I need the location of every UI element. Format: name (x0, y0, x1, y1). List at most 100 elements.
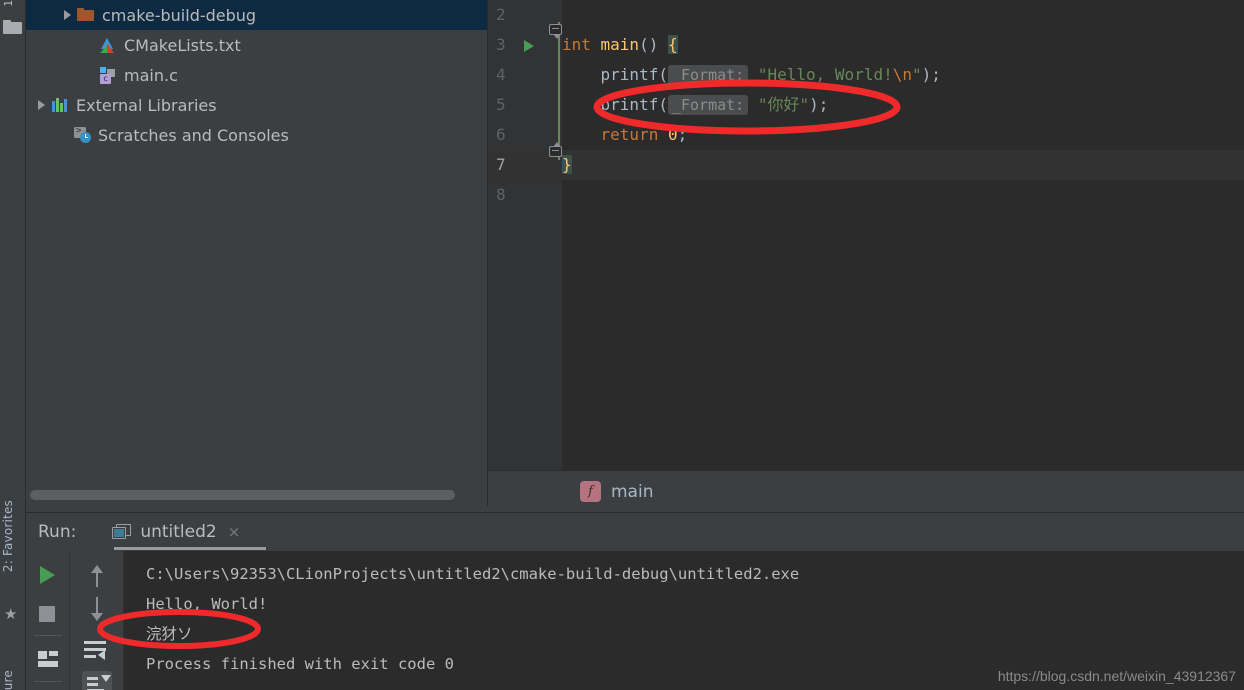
code-token: ; (677, 125, 688, 144)
tree-item-label: cmake-build-debug (102, 5, 257, 25)
project-tree-panel: cmake-build-debug CMakeLists.txt c main.c Ex… (26, 0, 488, 506)
code-token: return (600, 125, 668, 144)
code-line-8[interactable] (562, 180, 1244, 210)
cmake-file-icon (98, 36, 118, 54)
run-tab-label: untitled2 (140, 522, 217, 542)
sidebar-tab-favorites[interactable]: 2: Favorites (1, 500, 15, 572)
parameter-hint: _Format: (667, 95, 749, 115)
line-number: 6 (496, 125, 506, 144)
line-number: 2 (496, 5, 506, 24)
code-line-6[interactable]: return 0; (562, 120, 1244, 150)
code-token: main (600, 35, 640, 54)
rerun-play-icon[interactable] (34, 561, 62, 589)
parameter-hint: _Format: (667, 65, 749, 85)
line-number: 4 (496, 65, 506, 84)
run-window-header: Run: untitled2 × (26, 513, 1244, 551)
active-tab-underline (114, 547, 266, 550)
run-toolbar-primary (26, 551, 70, 690)
line-number: 5 (496, 95, 506, 114)
scroll-up-icon[interactable] (86, 563, 108, 589)
tree-item-label: Scratches and Consoles (98, 125, 289, 145)
tree-item-external-libraries[interactable]: External Libraries (26, 90, 487, 120)
editor-code-area[interactable]: int main() { printf(_Format: "Hello, Wor… (562, 0, 1244, 470)
tree-item-cmakelists-txt[interactable]: CMakeLists.txt (26, 30, 487, 60)
line-number: 7 (496, 155, 506, 174)
c-file-icon: c (98, 66, 118, 84)
folder-icon[interactable] (3, 18, 22, 34)
console-line: Hello, World! (146, 595, 268, 613)
tree-item-cmake-build-debug[interactable]: cmake-build-debug (26, 0, 487, 30)
run-tool-window: Run: untitled2 × C:\Users\92353\CLionPro… (26, 512, 1244, 690)
code-token: () (639, 35, 668, 54)
folder-icon (76, 6, 96, 24)
code-line-3[interactable]: int main() { (562, 30, 1244, 60)
tree-item-label: External Libraries (76, 95, 217, 115)
code-line-2[interactable] (562, 0, 1244, 30)
code-token: " (911, 65, 922, 84)
code-token: \n (892, 65, 912, 84)
toolbar-divider (34, 635, 62, 636)
tree-item-scratches-and-consoles[interactable]: Scratches and Consoles (26, 120, 487, 150)
code-line-7[interactable]: } (562, 150, 1244, 180)
soft-wrap-icon[interactable] (84, 639, 110, 660)
code-fold-open-icon[interactable] (549, 24, 562, 39)
layout-settings-icon[interactable] (34, 645, 62, 673)
code-line-4[interactable]: printf(_Format: "Hello, World!\n"); (562, 60, 1244, 90)
code-token: ); (921, 65, 941, 84)
code-token: "Hello, World! (757, 65, 893, 84)
project-tool-tab[interactable]: 1: (0, 0, 26, 14)
code-token: "你好" (757, 95, 810, 114)
console-line: C:\Users\92353\CLionProjects\untitled2\c… (146, 565, 800, 583)
code-fold-close-icon[interactable] (549, 142, 562, 159)
sidebar-tab-structure[interactable]: ure (1, 670, 15, 690)
code-token: printf( (562, 95, 668, 114)
expand-arrow-icon[interactable] (60, 7, 76, 23)
clion-ide-window: 1: 2: Favorites ★ ure cmake-build-debug C… (0, 0, 1244, 690)
project-tree: cmake-build-debug CMakeLists.txt c main.c Ex… (26, 0, 487, 150)
vcs-change-marker (558, 22, 560, 160)
left-tool-strip: 1: 2: Favorites ★ ure (0, 0, 26, 690)
code-token: printf( (562, 65, 668, 84)
line-number: 3 (496, 35, 506, 54)
watermark-text: https://blog.csdn.net/weixin_43912367 (997, 668, 1236, 684)
code-token: } (562, 155, 572, 174)
project-tree-horizontal-scrollbar[interactable] (30, 490, 455, 500)
run-gutter-play-icon[interactable] (524, 40, 534, 52)
gutter-line-8[interactable]: 8 (488, 180, 562, 210)
function-badge-icon: f (580, 481, 601, 502)
editor-gutter[interactable]: 2 3 4 5 6 7 8 (488, 0, 562, 470)
code-editor[interactable]: 2345678 int main() { printf(_Format: "He… (488, 0, 1244, 470)
scroll-down-icon[interactable] (86, 597, 108, 623)
line-number: 8 (496, 185, 506, 204)
breadcrumb-function-name[interactable]: main (611, 482, 653, 502)
gutter-line-5[interactable]: 5 (488, 90, 562, 120)
run-window-label: Run: (38, 522, 77, 542)
expand-arrow-icon[interactable] (34, 97, 50, 113)
scratches-icon (72, 126, 92, 144)
code-token: int (562, 35, 601, 54)
code-token: ); (809, 95, 829, 114)
run-toolbar-secondary (70, 551, 124, 690)
tree-item-main-c[interactable]: c main.c (26, 60, 487, 90)
close-icon[interactable]: × (228, 524, 241, 540)
code-token: { (667, 35, 678, 54)
star-icon: ★ (4, 605, 18, 623)
gutter-line-4[interactable]: 4 (488, 60, 562, 90)
project-tool-tab-label: 1: (2, 0, 15, 7)
libraries-icon (50, 96, 70, 114)
code-line-5[interactable]: printf(_Format: "你好"); (562, 90, 1244, 120)
code-token: 0 (667, 125, 678, 144)
run-configuration-tab[interactable]: untitled2 × (112, 513, 240, 551)
toolbar-divider-2 (34, 681, 62, 682)
scroll-to-end-icon[interactable] (82, 671, 112, 690)
console-line: 浣犲ソ (146, 625, 193, 643)
tree-item-label: CMakeLists.txt (124, 35, 241, 55)
tree-item-label: main.c (124, 65, 178, 85)
stop-icon[interactable] (34, 601, 62, 629)
